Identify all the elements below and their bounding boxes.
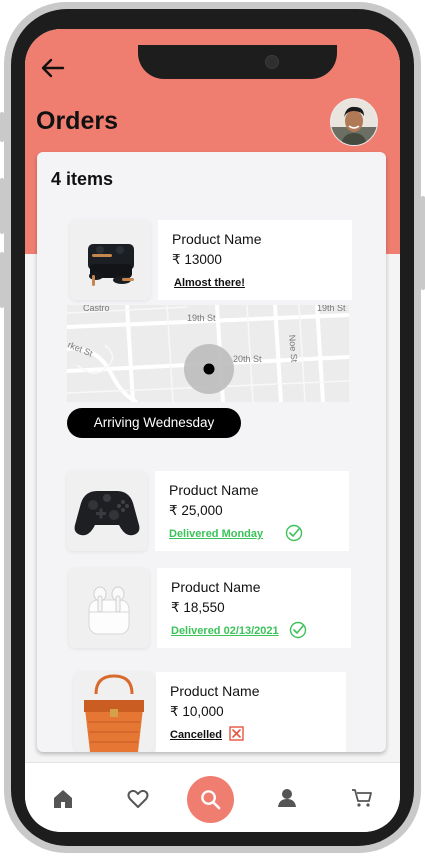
phone-side-button bbox=[421, 196, 425, 290]
product-name: Product Name bbox=[171, 579, 261, 595]
product-price: ₹ 25,000 bbox=[169, 503, 223, 518]
check-circle-icon bbox=[289, 621, 307, 639]
arriving-badge: Arriving Wednesday bbox=[67, 408, 241, 438]
check-circle-icon bbox=[285, 524, 303, 542]
order-info: Product Name ₹ 13000 Almost there! bbox=[158, 220, 352, 300]
phone-side-button bbox=[0, 252, 4, 308]
order-status[interactable]: Delivered Monday bbox=[169, 528, 263, 540]
search-icon bbox=[201, 790, 221, 810]
phone-side-button bbox=[0, 112, 4, 142]
order-status[interactable]: Cancelled bbox=[170, 729, 222, 741]
order-status[interactable]: Almost there! bbox=[174, 277, 245, 289]
home-icon[interactable] bbox=[51, 787, 75, 811]
order-info: Product Name ₹ 25,000 Delivered Monday bbox=[155, 471, 349, 551]
airpods-image bbox=[88, 586, 130, 635]
cancel-icon bbox=[229, 726, 244, 741]
app-screen: Orders 4 items Product Name ₹ 13000 Almo… bbox=[25, 29, 400, 832]
earbuds-image bbox=[88, 244, 134, 286]
handbag-image bbox=[84, 674, 144, 752]
orders-card: 4 items Product Name ₹ 13000 Almost ther… bbox=[37, 152, 386, 752]
product-name: Product Name bbox=[169, 482, 259, 498]
product-thumbnail bbox=[74, 672, 154, 752]
map-label: 20th St bbox=[233, 354, 262, 364]
map-label: 19th St bbox=[317, 305, 346, 313]
heart-icon[interactable] bbox=[126, 787, 150, 811]
arrow-left-icon bbox=[41, 58, 65, 78]
cart-icon[interactable] bbox=[350, 786, 374, 810]
product-thumbnail bbox=[69, 568, 149, 648]
product-name: Product Name bbox=[170, 683, 260, 699]
map-label: 19th St bbox=[187, 313, 216, 323]
profile-photo bbox=[331, 99, 377, 145]
bottom-nav bbox=[25, 762, 400, 832]
front-camera bbox=[265, 55, 279, 69]
product-thumbnail bbox=[67, 471, 147, 551]
controller-image bbox=[74, 491, 140, 536]
product-price: ₹ 18,550 bbox=[171, 600, 225, 615]
product-name: Product Name bbox=[172, 231, 262, 247]
search-button[interactable] bbox=[187, 776, 234, 823]
phone-notch bbox=[138, 45, 337, 79]
delivery-map[interactable]: 19th St 20th St Noe St 19th St Castro rk… bbox=[67, 305, 349, 402]
order-info: Product Name ₹ 18,550 Delivered 02/13/20… bbox=[157, 568, 351, 648]
product-price: ₹ 10,000 bbox=[170, 704, 224, 719]
phone-side-button bbox=[0, 178, 4, 234]
product-price: ₹ 13000 bbox=[172, 252, 222, 267]
map-label: Castro bbox=[83, 305, 110, 313]
page-title: Orders bbox=[36, 107, 118, 135]
items-count: 4 items bbox=[51, 169, 114, 189]
back-button[interactable] bbox=[39, 57, 67, 79]
order-status[interactable]: Delivered 02/13/2021 bbox=[171, 625, 279, 637]
product-thumbnail bbox=[70, 220, 150, 300]
avatar[interactable] bbox=[330, 98, 378, 146]
order-info: Product Name ₹ 10,000 Cancelled bbox=[156, 672, 346, 752]
map-image: 19th St 20th St Noe St 19th St Castro rk… bbox=[67, 305, 349, 402]
user-icon[interactable] bbox=[275, 786, 299, 810]
